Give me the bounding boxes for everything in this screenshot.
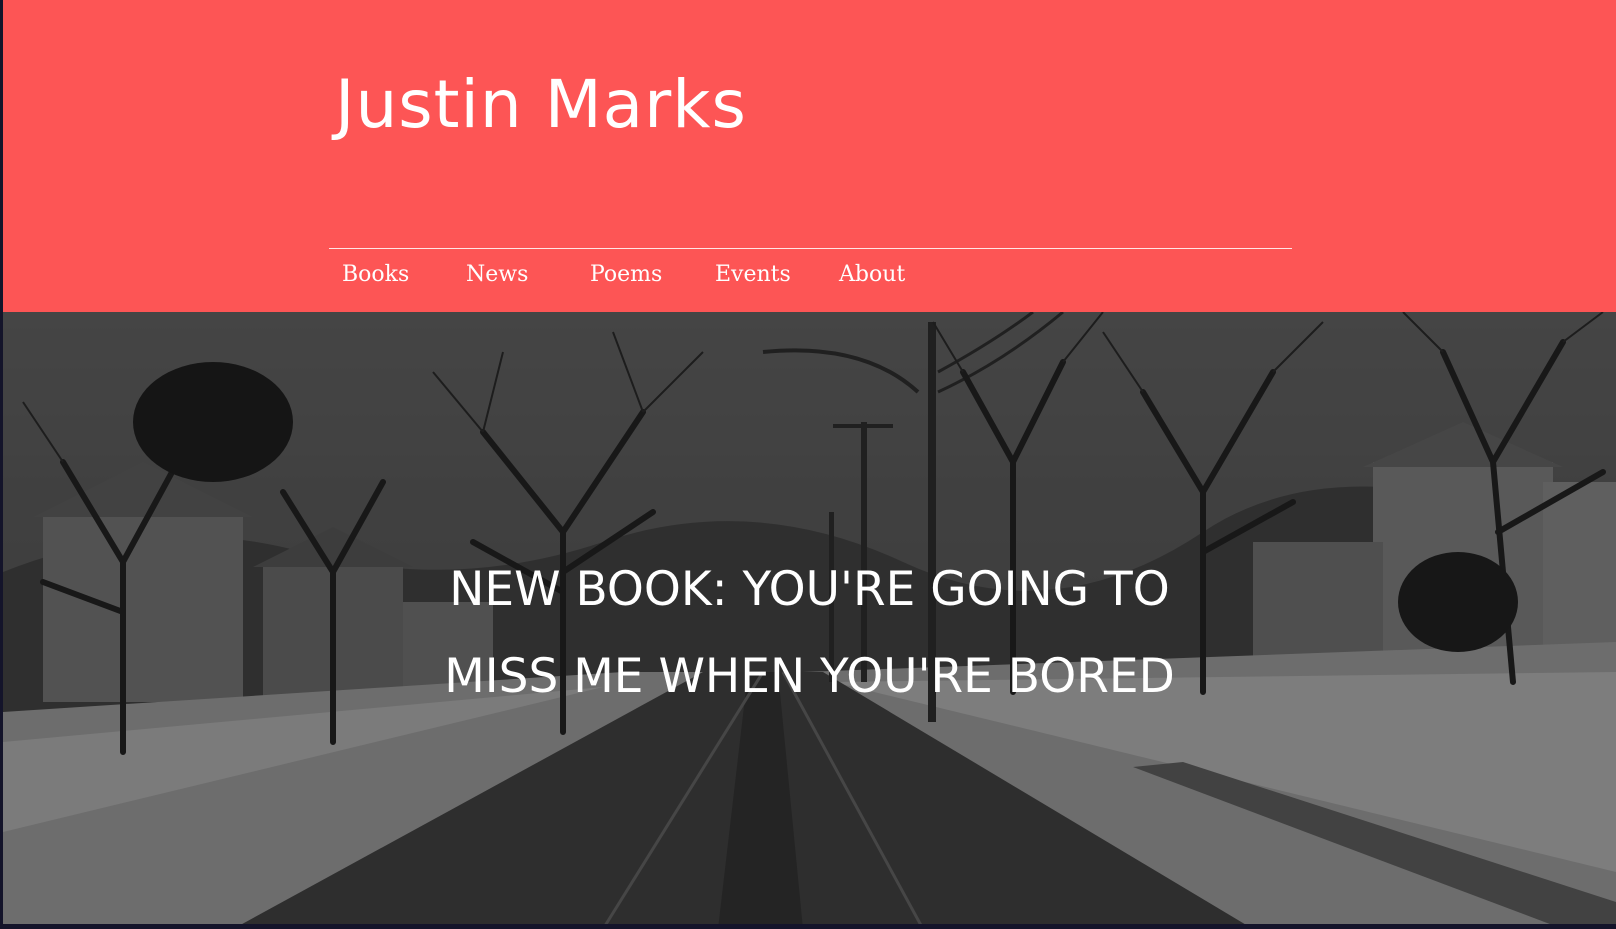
hero-headline-line-1: NEW BOOK: YOU'RE GOING TO <box>449 562 1170 617</box>
nav-divider <box>329 248 1292 249</box>
nav-item-events[interactable]: Events <box>715 262 791 287</box>
hero-headline[interactable]: NEW BOOK: YOU'RE GOING TO MISS ME WHEN Y… <box>3 546 1616 720</box>
page: Justin Marks Books News Poems Events Abo… <box>3 0 1616 929</box>
nav-item-poems[interactable]: Poems <box>590 262 662 287</box>
nav-item-books[interactable]: Books <box>342 262 409 287</box>
main-nav: Books News Poems Events About <box>3 262 1003 302</box>
hero-headline-line-2: MISS ME WHEN YOU'RE BORED <box>444 649 1175 704</box>
window-bottom-edge <box>0 924 1616 929</box>
nav-item-news[interactable]: News <box>466 262 528 287</box>
site-title[interactable]: Justin Marks <box>335 66 747 143</box>
hero-banner: NEW BOOK: YOU'RE GOING TO MISS ME WHEN Y… <box>3 312 1616 929</box>
nav-item-about[interactable]: About <box>839 262 905 287</box>
site-header: Justin Marks Books News Poems Events Abo… <box>3 0 1616 312</box>
